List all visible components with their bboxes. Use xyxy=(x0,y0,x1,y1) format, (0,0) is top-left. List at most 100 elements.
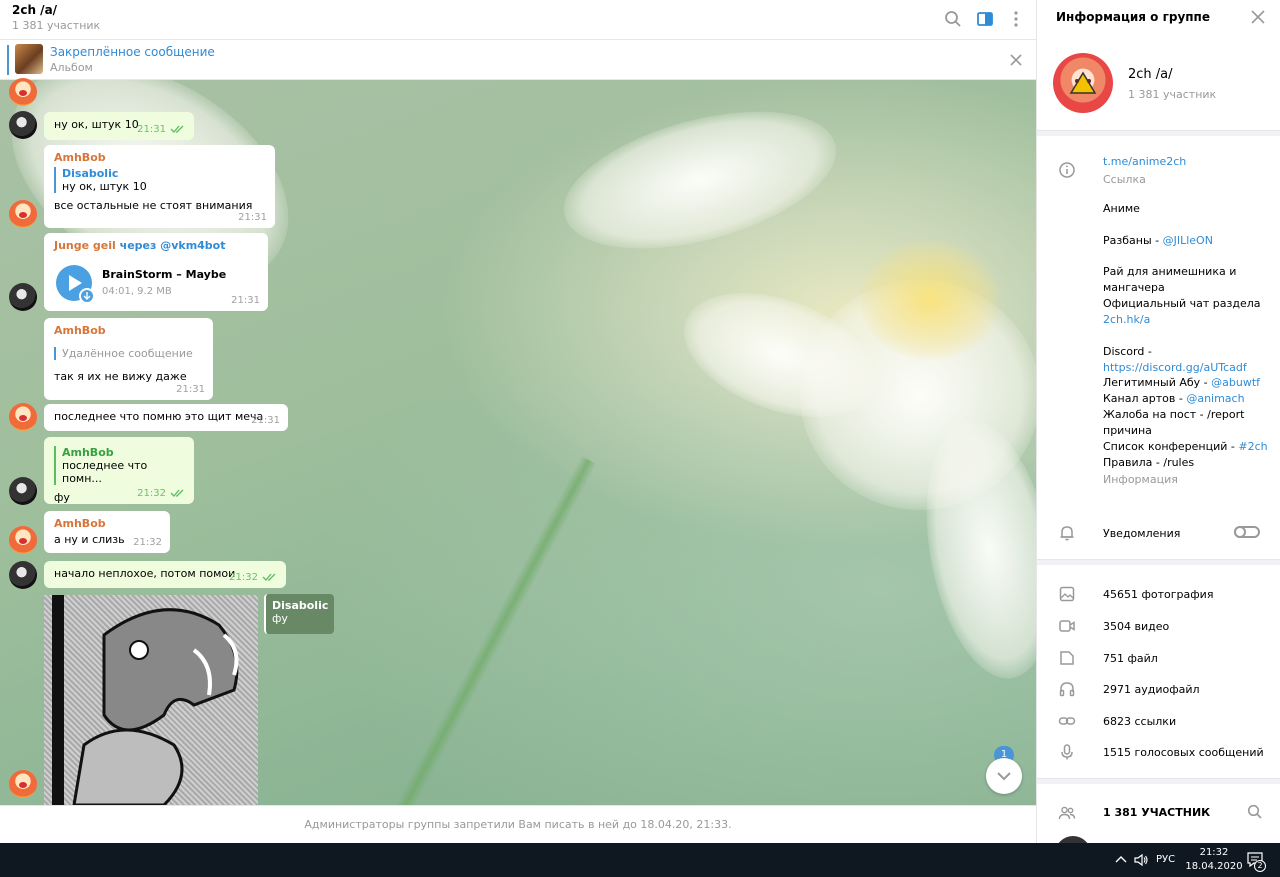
avatar[interactable] xyxy=(9,200,37,228)
reply-quote[interactable]: Disabolic ну ок, штук 10 xyxy=(54,167,265,193)
video-icon xyxy=(1059,620,1075,632)
media-voice-row[interactable]: 1515 голосовых сообщений xyxy=(1037,737,1280,767)
message-time: 21:31 xyxy=(238,212,267,223)
chat-column: 2ch /a/ 1 381 участник Закреплённое сооб… xyxy=(0,0,1036,843)
avatar[interactable] xyxy=(9,111,37,139)
message-time: 21:32 xyxy=(137,488,166,499)
media-videos-row[interactable]: 3504 видео xyxy=(1037,611,1280,641)
description-link[interactable]: @animach xyxy=(1186,392,1244,405)
notifications-toggle[interactable] xyxy=(1234,526,1260,538)
track-title: BrainStorm – Maybe xyxy=(102,268,227,281)
track-meta: 04:01, 9.2 MB xyxy=(102,286,172,297)
close-icon[interactable] xyxy=(1005,49,1027,71)
pinned-subtitle: Альбом xyxy=(50,61,93,74)
manga-illustration xyxy=(52,595,239,805)
scroll-to-bottom-button[interactable] xyxy=(986,758,1022,794)
flower-center xyxy=(860,240,1000,360)
message-bubble[interactable]: AmhBob а ну и слизь 21:32 xyxy=(44,511,170,553)
windows-taskbar: РУС 21:32 18.04.2020 2 xyxy=(0,843,1280,877)
discord-link[interactable]: https://discord.gg/aUTcadf xyxy=(1103,361,1247,374)
description-link[interactable]: @JILleON xyxy=(1163,234,1213,247)
message-bubble[interactable]: последнее что помню это щит меча 21:31 xyxy=(44,404,288,431)
pinned-title: Закреплённое сообщение xyxy=(50,45,215,59)
message-sender[interactable]: AmhBob xyxy=(54,517,160,530)
media-files-row[interactable]: 751 файл xyxy=(1037,643,1280,673)
description-link[interactable]: @abuwtf xyxy=(1211,376,1260,389)
language-indicator[interactable]: РУС xyxy=(1156,854,1175,865)
message-bubble[interactable]: начало неплохое, потом помои 21:32 xyxy=(44,561,286,588)
message-sender[interactable]: AmhBob xyxy=(54,324,203,337)
chevron-down-icon xyxy=(997,772,1011,781)
description-text: Легитимный Абу - xyxy=(1103,376,1212,389)
pinned-message-bar[interactable]: Закреплённое сообщение Альбом xyxy=(0,40,1036,80)
group-info-panel: Информация о группе 2ch /a/ 1 381 участн… xyxy=(1036,0,1280,843)
via-bot-label[interactable]: через @vkm4bot xyxy=(120,239,226,252)
quote-author: Disabolic xyxy=(62,167,119,180)
more-options-icon[interactable] xyxy=(1005,8,1027,30)
microphone-icon xyxy=(1061,744,1073,760)
speaker-icon[interactable] xyxy=(1133,852,1149,868)
file-icon xyxy=(1060,651,1074,665)
message-text: все остальные не стоят внимания xyxy=(54,199,253,212)
clock-time[interactable]: 21:32 xyxy=(1192,847,1236,858)
bell-icon xyxy=(1060,526,1074,541)
pinned-accent-line xyxy=(7,45,9,75)
media-links-row[interactable]: 6823 ссылки xyxy=(1037,706,1280,736)
clock-date[interactable]: 18.04.2020 xyxy=(1182,861,1246,872)
sidebar-toggle-icon[interactable] xyxy=(974,8,996,30)
message-bubble[interactable]: AmhBob Удалённое сообщение так я их не в… xyxy=(44,318,213,400)
reply-quote[interactable]: AmhBob последнее что помн... xyxy=(54,446,184,485)
avatar[interactable] xyxy=(9,526,37,554)
member-avatar[interactable] xyxy=(1055,836,1091,843)
group-link[interactable]: t.me/anime2ch xyxy=(1103,155,1186,168)
avatar[interactable] xyxy=(9,283,37,311)
search-icon[interactable] xyxy=(1246,803,1264,821)
description-line: Правила - /rules xyxy=(1103,456,1195,469)
manga-image-message[interactable] xyxy=(44,595,258,805)
write-restricted-notice: Администраторы группы запретили Вам писа… xyxy=(0,805,1036,843)
group-avatar[interactable] xyxy=(1053,53,1113,113)
close-icon[interactable] xyxy=(1247,6,1269,28)
link-icon xyxy=(1058,717,1076,725)
message-sender[interactable]: AmhBob xyxy=(54,151,265,164)
description-line: Список конференций - #2ch xyxy=(1103,440,1268,453)
group-name: 2ch /a/ xyxy=(1128,67,1173,82)
links-count: 6823 ссылки xyxy=(1103,715,1177,728)
message-bubble[interactable]: AmhBob Disabolic ну ок, штук 10 все оста… xyxy=(44,145,275,228)
description-line: Discord - xyxy=(1103,345,1152,358)
avatar[interactable] xyxy=(9,78,37,106)
description-line: Разбаны - @JILleON xyxy=(1103,234,1213,247)
message-text: фу xyxy=(54,491,70,504)
message-bubble[interactable]: ну ок, штук 10 21:31 xyxy=(44,112,194,140)
avatar[interactable] xyxy=(9,477,37,505)
media-audio-row[interactable]: 2971 аудиофайл xyxy=(1037,674,1280,704)
audio-message-bubble[interactable]: Junge geil через @vkm4bot BrainStorm – M… xyxy=(44,233,268,311)
message-time: 21:32 xyxy=(229,572,258,583)
files-count: 751 файл xyxy=(1103,652,1158,665)
message-sender[interactable]: Junge geil xyxy=(54,239,116,252)
avatar[interactable] xyxy=(9,561,37,589)
message-text: так я их не вижу даже xyxy=(54,370,187,383)
description-link[interactable]: #2ch xyxy=(1238,440,1267,453)
avatar[interactable] xyxy=(9,770,37,798)
description-line: Аниме xyxy=(1103,202,1140,215)
message-bubble[interactable]: AmhBob последнее что помн... фу 21:32 xyxy=(44,437,194,504)
section-divider xyxy=(1037,559,1280,565)
reply-preview-card[interactable]: Disabolic фу xyxy=(264,594,334,634)
description-line: Рай для анимешника и xyxy=(1103,265,1237,278)
search-icon[interactable] xyxy=(942,8,964,30)
description-link[interactable]: 2ch.hk/a xyxy=(1103,313,1150,326)
play-icon[interactable] xyxy=(54,263,96,305)
members-header: 1 381 УЧАСТНИК xyxy=(1103,806,1211,819)
quote-text: последнее что помн... xyxy=(62,459,148,485)
message-text: начало неплохое, потом помои xyxy=(54,567,236,580)
message-sender-line: Junge geil через @vkm4bot xyxy=(54,239,258,252)
description-line: Канал артов - @animach xyxy=(1103,392,1245,405)
flower-stem xyxy=(383,455,597,805)
avatar[interactable] xyxy=(9,403,37,431)
chevron-up-icon[interactable] xyxy=(1113,852,1129,868)
reply-quote: Удалённое сообщение xyxy=(54,347,203,360)
chat-title[interactable]: 2ch /a/ xyxy=(12,3,57,17)
media-photos-row[interactable]: 45651 фотография xyxy=(1037,579,1280,609)
message-text: последнее что помню это щит меча xyxy=(54,410,264,423)
